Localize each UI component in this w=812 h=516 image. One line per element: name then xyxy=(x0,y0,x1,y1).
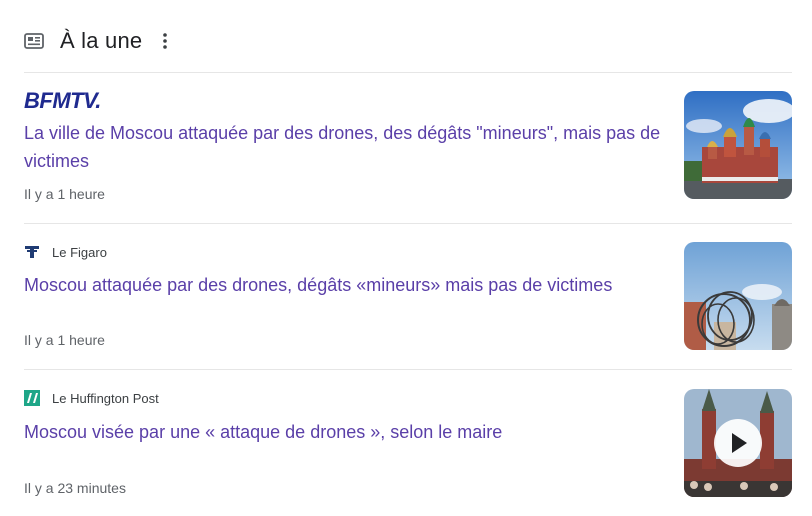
section-title: À la une xyxy=(60,28,143,53)
news-thumbnail[interactable] xyxy=(684,242,792,350)
play-icon[interactable] xyxy=(714,419,762,467)
source-label: Le Figaro xyxy=(24,244,107,260)
source-logo: BFMTV. xyxy=(24,88,101,114)
source-name: Le Figaro xyxy=(52,244,107,260)
news-headline[interactable]: La ville de Moscou attaquée par des dron… xyxy=(24,119,674,175)
news-thumbnail[interactable] xyxy=(684,389,792,497)
le-figaro-icon xyxy=(24,244,40,260)
barbed-wire-red-square-photo xyxy=(684,242,792,350)
news-headline[interactable]: Moscou visée par une « attaque de drones… xyxy=(24,418,674,446)
publish-time: Il y a 1 heure xyxy=(24,332,105,348)
huffpost-icon xyxy=(24,390,40,406)
kremlin-st-basils-photo xyxy=(684,91,792,199)
news-card-le-figaro[interactable]: Le Figaro Moscou attaquée par des drones… xyxy=(24,224,792,370)
section-header: À la une xyxy=(24,26,168,56)
news-card-bfmtv[interactable]: BFMTV. La ville de Moscou attaquée par d… xyxy=(24,78,792,224)
publish-time: Il y a 23 minutes xyxy=(24,480,126,496)
source-label: Le Huffington Post xyxy=(24,390,159,406)
news-headline[interactable]: Moscou attaquée par des drones, dégâts «… xyxy=(24,271,674,299)
source-name: Le Huffington Post xyxy=(52,390,159,406)
header-divider xyxy=(24,72,792,73)
news-thumbnail[interactable] xyxy=(684,91,792,199)
more-vert-icon[interactable] xyxy=(162,32,168,50)
publish-time: Il y a 1 heure xyxy=(24,186,105,202)
news-card-huffington-post[interactable]: Le Huffington Post Moscou visée par une … xyxy=(24,370,792,516)
newspaper-icon xyxy=(24,33,44,49)
bfmtv-logo: BFMTV. xyxy=(24,88,101,113)
